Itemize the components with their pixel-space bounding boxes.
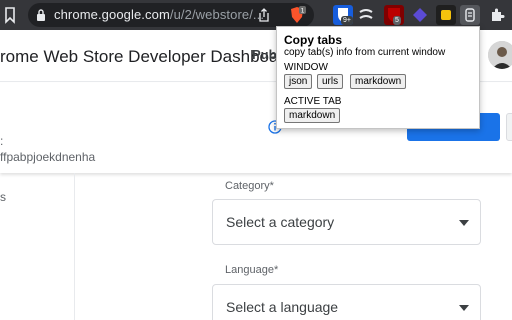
window-markdown-button[interactable]: markdown — [350, 74, 407, 89]
extension-icon-yellow[interactable] — [436, 5, 456, 25]
avatar[interactable] — [488, 41, 512, 69]
url-text: chrome.google.com/u/2/webstore/... — [54, 7, 265, 22]
popup-description: copy tab(s) info from current window — [284, 47, 446, 58]
extension-icon[interactable] — [358, 6, 374, 24]
share-icon[interactable] — [258, 8, 270, 22]
lock-icon[interactable] — [36, 8, 46, 22]
bookmark-icon[interactable] — [4, 6, 16, 24]
language-select[interactable]: Select a language — [212, 284, 481, 320]
active-tab-section-label: ACTIVE TAB — [284, 96, 342, 107]
category-select[interactable]: Select a category — [212, 199, 481, 245]
ublock-icon[interactable]: 5 — [384, 5, 404, 25]
copy-tabs-popup: Copy tabs copy tab(s) info from current … — [276, 26, 480, 129]
puzzle-icon[interactable] — [489, 6, 505, 24]
extension-badge: 9+ — [341, 16, 353, 25]
category-label: Category* — [225, 180, 274, 192]
page-title: rome Web Store Developer Dashboard — [0, 47, 294, 66]
bitwarden-icon[interactable]: 9+ — [333, 5, 353, 25]
sidenav-item[interactable]: s — [0, 190, 6, 204]
window-json-button[interactable]: json — [284, 74, 313, 89]
language-label: Language* — [225, 264, 279, 276]
item-id-label: : — [0, 134, 4, 148]
item-id: ffpabpjoekdnenha — [0, 150, 96, 164]
window-urls-button[interactable]: urls — [317, 74, 344, 89]
caret-down-icon — [459, 305, 469, 311]
more-button[interactable] — [506, 113, 512, 141]
caret-down-icon — [459, 220, 469, 226]
popup-title: Copy tabs — [284, 33, 343, 47]
active-tab-markdown-button[interactable]: markdown — [284, 108, 341, 123]
window-section-label: WINDOW — [284, 62, 328, 73]
extension-badge: 5 — [393, 16, 401, 25]
brave-shield-icon[interactable]: 1 — [288, 6, 306, 24]
category-select-text: Select a category — [226, 214, 335, 230]
svg-text:1: 1 — [301, 8, 305, 15]
address-bar[interactable]: chrome.google.com/u/2/webstore/... — [28, 3, 314, 27]
sidenav: s — [0, 173, 75, 320]
copy-tabs-icon[interactable] — [460, 5, 480, 25]
language-select-text: Select a language — [226, 299, 339, 315]
extension-icon-purple[interactable] — [412, 6, 428, 24]
